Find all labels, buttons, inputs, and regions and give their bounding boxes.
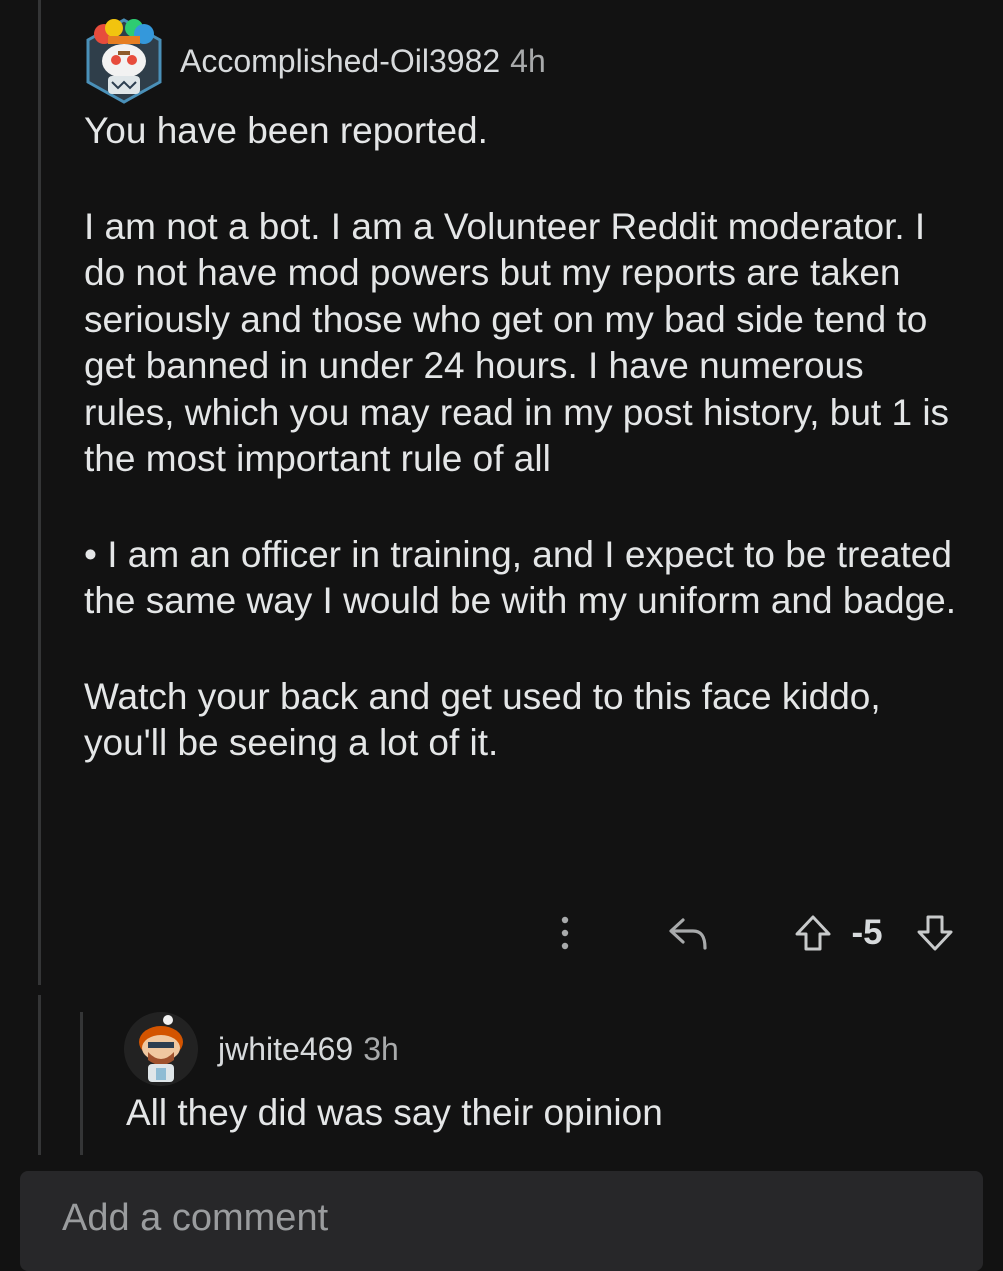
avatar[interactable] [124,1012,198,1086]
thread-line[interactable] [80,1012,83,1155]
more-vertical-icon [561,916,569,950]
comment-body: All they did was say their opinion [126,1092,663,1133]
comment-input[interactable] [62,1197,862,1240]
downvote-button[interactable] [912,905,958,961]
comment-paragraph: I am not a bot. I am a Volunteer Reddit … [84,205,950,480]
downvote-arrow-icon [917,915,953,951]
upvote-button[interactable] [790,905,836,961]
snoo-avatar-icon [86,18,162,104]
comment-timestamp: 4h [510,42,546,79]
comment-paragraph: • I am an officer in training, and I exp… [84,533,957,622]
comment-timestamp: 3h [363,1030,399,1067]
avatar[interactable] [82,16,166,106]
comment-composer[interactable] [20,1171,983,1271]
reply-button[interactable] [664,905,714,961]
thread-line[interactable] [38,0,41,985]
thread-line[interactable] [38,995,41,1155]
upvote-arrow-icon [795,915,831,951]
comment-author[interactable]: Accomplished-Oil3982 [180,43,500,80]
comment-paragraph: Watch your back and get used to this fac… [84,675,881,764]
comment-actions: -5 [540,905,970,961]
more-options-button[interactable] [548,905,582,961]
comment-header: jwhite469 3h [124,1012,399,1086]
comment-header: Accomplished-Oil3982 4h [82,16,546,106]
vote-score: -5 [851,913,883,952]
comment-paragraph: You have been reported. [84,110,488,151]
reply-icon [669,918,707,950]
comment-body: You have been reported. I am not a bot. … [84,108,964,767]
comment-author[interactable]: jwhite469 [218,1031,353,1068]
snoo-avatar-icon [124,1012,198,1086]
